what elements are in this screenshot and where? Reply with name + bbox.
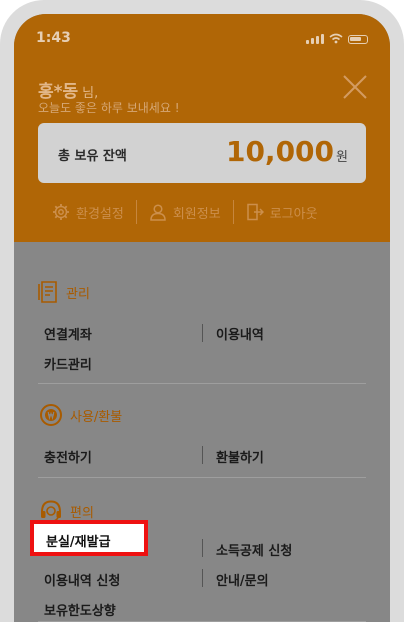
- balance-value: 10,000: [225, 135, 335, 168]
- receipt-icon: [38, 281, 57, 303]
- divider: [135, 200, 137, 224]
- section-title: 관리: [66, 286, 90, 302]
- device-frame: 1:43 홍*동 님, 오늘도 좋은 하루 보내세요 ! 총 보유 잔액 10,…: [0, 0, 404, 622]
- menu-screen: 1:43 홍*동 님, 오늘도 좋은 하루 보내세요 ! 총 보유 잔액 10,…: [14, 14, 390, 622]
- logout-icon: [246, 203, 264, 221]
- section-title: 편의: [70, 505, 94, 521]
- section-use-refund: 사용/환불: [38, 402, 366, 428]
- wifi-icon: [329, 33, 343, 44]
- section-management: 관리: [38, 280, 366, 304]
- column-divider: [202, 539, 203, 557]
- battery-icon: [348, 35, 368, 44]
- greeting-message: 오늘도 좋은 하루 보내세요 !: [38, 101, 180, 115]
- settings-label: 환경설정: [76, 206, 124, 222]
- signal-icon: [306, 34, 324, 44]
- menu-item-usage-request[interactable]: 이용내역 신청: [44, 570, 120, 589]
- menu-item-charge[interactable]: 충전하기: [44, 447, 92, 466]
- section-divider: [38, 383, 366, 384]
- menu-item-guide-inquiry[interactable]: 안내/문의: [216, 570, 269, 589]
- won-refresh-icon: [40, 404, 62, 426]
- column-divider: [202, 324, 203, 342]
- status-time: 1:43: [36, 30, 71, 46]
- menu-item-usage-history[interactable]: 이용내역: [216, 324, 264, 343]
- balance-unit: 원: [336, 150, 348, 165]
- member-info-label: 회원정보: [172, 206, 221, 222]
- user-icon: [150, 204, 166, 221]
- menu-item-lost-reissue[interactable]: 분실/재발급: [30, 520, 148, 556]
- menu-item-refund[interactable]: 환불하기: [216, 447, 264, 466]
- menu-body: 관리 연결계좌 이용내역 카드관리 사용/환불 충전하기 환불하기 편의 소득공…: [14, 242, 390, 622]
- member-info-link[interactable]: 회원정보: [149, 203, 221, 222]
- menu-item-income-deduction[interactable]: 소득공제 신청: [216, 540, 292, 559]
- menu-header: 1:43 홍*동 님, 오늘도 좋은 하루 보내세요 ! 총 보유 잔액 10,…: [14, 14, 390, 242]
- divider: [232, 200, 234, 224]
- status-icons: [306, 33, 368, 44]
- close-icon[interactable]: [342, 74, 368, 100]
- balance-label: 총 보유 잔액: [58, 149, 127, 164]
- column-divider: [202, 569, 203, 587]
- logout-label: 로그아웃: [269, 206, 318, 222]
- menu-item-card-management[interactable]: 카드관리: [44, 354, 92, 373]
- logout-link[interactable]: 로그아웃: [246, 203, 318, 222]
- section-title: 사용/환불: [70, 409, 123, 425]
- section-header: 사용/환불: [38, 402, 366, 428]
- menu-item-limit-increase[interactable]: 보유한도상향: [44, 600, 116, 619]
- gear-icon: [53, 204, 69, 220]
- quick-links: 환경설정 회원정보 로그아웃: [52, 200, 352, 224]
- settings-link[interactable]: 환경설정: [52, 203, 124, 222]
- section-divider: [38, 477, 366, 478]
- balance-amount: 10,000 원: [226, 135, 348, 168]
- section-header: 관리: [38, 280, 366, 304]
- menu-item-linked-account[interactable]: 연결계좌: [44, 324, 92, 343]
- column-divider: [202, 446, 203, 464]
- lost-reissue-label: 분실/재발급: [46, 535, 111, 550]
- balance-card: 총 보유 잔액 10,000 원: [38, 123, 366, 183]
